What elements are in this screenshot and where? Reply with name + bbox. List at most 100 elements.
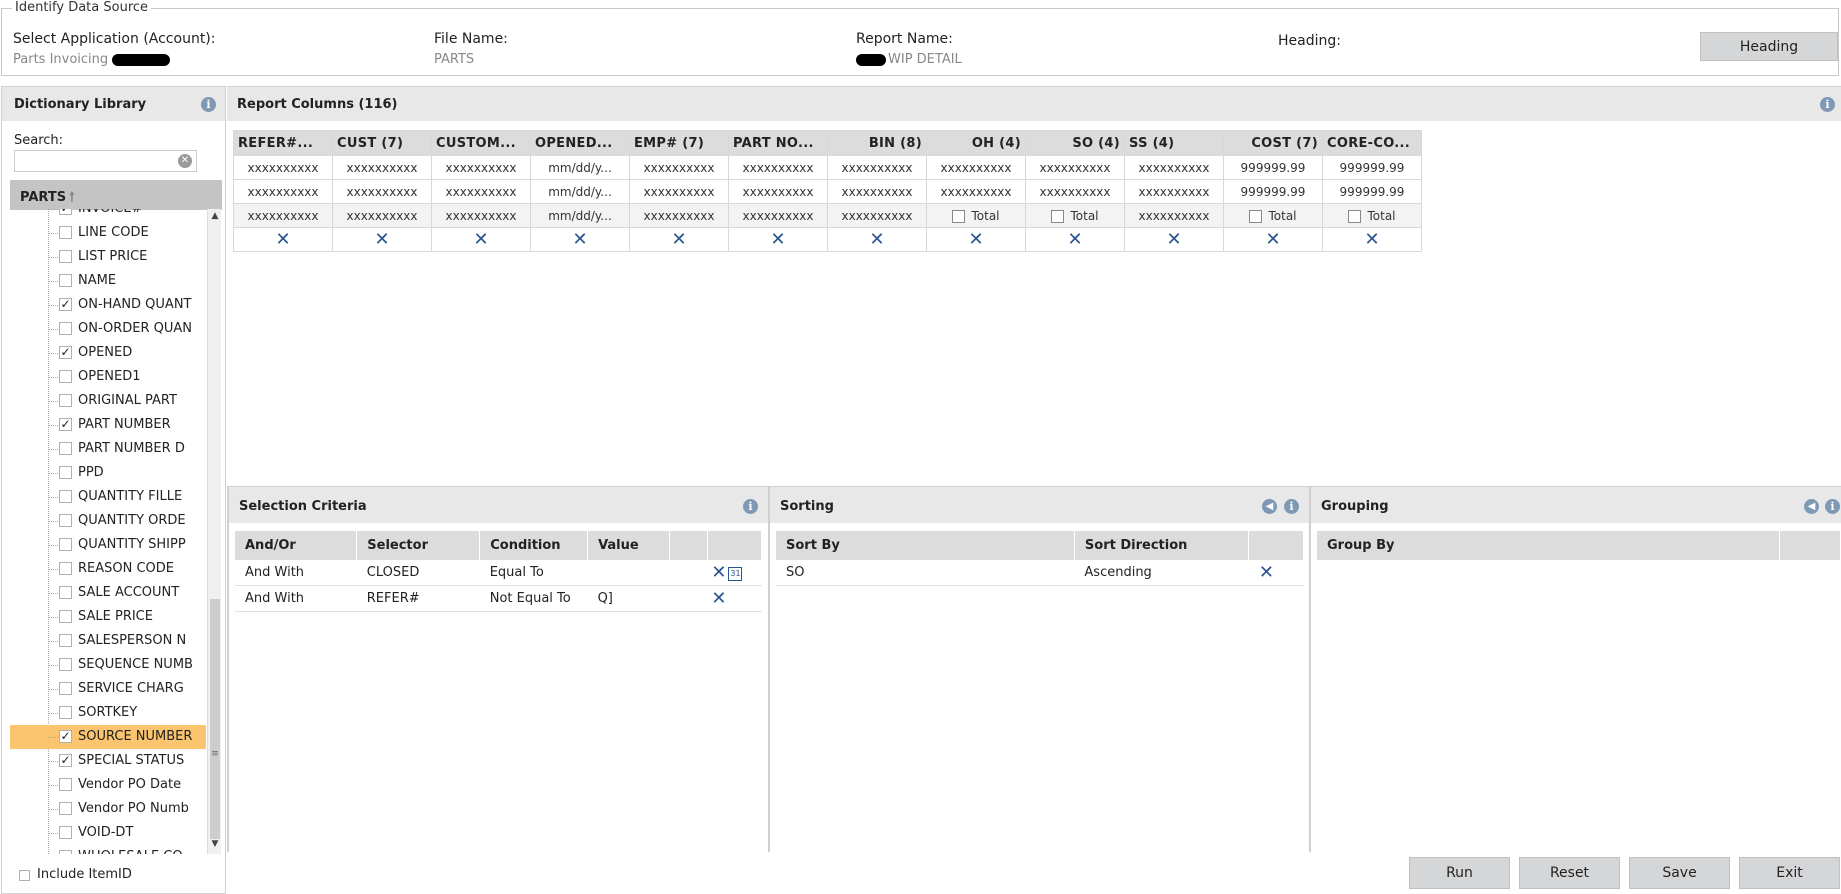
column-header[interactable]: SO (4): [1025, 130, 1125, 156]
tree-item[interactable]: QUANTITY FILLE: [10, 485, 206, 509]
info-icon[interactable]: i: [1820, 97, 1835, 112]
tree-item[interactable]: Vendor PO Date: [10, 773, 206, 797]
total-checkbox[interactable]: [1051, 209, 1065, 223]
remove-column-icon[interactable]: ✕: [374, 229, 389, 250]
tree-item[interactable]: SALESPERSON N: [10, 629, 206, 653]
tree-item[interactable]: PART NUMBER D: [10, 437, 206, 461]
column-header[interactable]: CUST (7): [332, 130, 432, 156]
clear-search-icon[interactable]: ✕: [178, 154, 192, 168]
tree-item[interactable]: SEQUENCE NUMB: [10, 653, 206, 677]
tree-item-checkbox[interactable]: [59, 538, 72, 551]
tree-item[interactable]: ✓ INVOICE#: [10, 209, 206, 221]
column-header[interactable]: REFER#...: [233, 130, 333, 156]
scroll-down-arrow-icon[interactable]: ▼: [208, 839, 222, 851]
tree-item[interactable]: ✓ PART NUMBER: [10, 413, 206, 437]
collapse-left-icon[interactable]: ◀: [1804, 499, 1819, 514]
table-row[interactable]: And With REFER# Not Equal To Q] ✕: [235, 585, 762, 612]
tree-item[interactable]: SALE ACCOUNT: [10, 581, 206, 605]
tree-item-checkbox[interactable]: [59, 778, 72, 791]
tree-item-checkbox[interactable]: [59, 394, 72, 407]
run-button[interactable]: Run: [1409, 857, 1510, 889]
tree-item[interactable]: SALE PRICE: [10, 605, 206, 629]
calendar-icon[interactable]: 31: [728, 567, 743, 581]
application-value-wrap[interactable]: Parts Invoicing: [13, 52, 171, 67]
column-header[interactable]: OPENED...: [530, 130, 630, 156]
tree-item-checkbox[interactable]: [59, 226, 72, 239]
info-icon[interactable]: i: [1825, 499, 1840, 514]
tree-item-checkbox[interactable]: ✓: [59, 298, 72, 311]
column-header[interactable]: CUSTOM...: [431, 130, 531, 156]
tree-item-checkbox[interactable]: [59, 370, 72, 383]
column-header[interactable]: OH (4): [926, 130, 1026, 156]
remove-column-icon[interactable]: ✕: [275, 229, 290, 250]
tree-item-checkbox[interactable]: ✓: [59, 754, 72, 767]
tree-item[interactable]: QUANTITY SHIPP: [10, 533, 206, 557]
tree-item-checkbox[interactable]: [59, 658, 72, 671]
tree-item-checkbox[interactable]: [59, 802, 72, 815]
remove-column-icon[interactable]: ✕: [968, 229, 983, 250]
remove-column-icon[interactable]: ✕: [473, 229, 488, 250]
tree-item[interactable]: ✓ SPECIAL STATUS: [10, 749, 206, 773]
total-cell[interactable]: Total: [1025, 203, 1125, 228]
remove-column-icon[interactable]: ✕: [770, 229, 785, 250]
tree-item[interactable]: ON-ORDER QUAN: [10, 317, 206, 341]
total-checkbox[interactable]: [1348, 209, 1362, 223]
save-button[interactable]: Save: [1629, 857, 1730, 889]
tree-item-checkbox[interactable]: [59, 826, 72, 839]
tree-item[interactable]: ✓ SOURCE NUMBER: [10, 725, 206, 749]
info-icon[interactable]: i: [743, 499, 758, 514]
tree-item-checkbox[interactable]: [59, 586, 72, 599]
total-cell[interactable]: Total: [1223, 203, 1323, 228]
tree-item[interactable]: LINE CODE: [10, 221, 206, 245]
column-header[interactable]: BIN (8): [827, 130, 927, 156]
table-row[interactable]: SO Ascending ✕: [776, 560, 1304, 586]
tree-item-checkbox[interactable]: [59, 490, 72, 503]
include-itemid-checkbox[interactable]: [19, 870, 30, 881]
total-checkbox[interactable]: [1249, 209, 1263, 223]
tree-item[interactable]: SERVICE CHARG: [10, 677, 206, 701]
tree-item-checkbox[interactable]: [59, 634, 72, 647]
tree-item-checkbox[interactable]: ✓: [59, 209, 72, 215]
column-header[interactable]: SS (4): [1124, 130, 1224, 156]
exit-button[interactable]: Exit: [1739, 857, 1840, 889]
tree-item-checkbox[interactable]: ✓: [59, 730, 72, 743]
column-header[interactable]: EMP# (7): [629, 130, 729, 156]
heading-button[interactable]: Heading: [1700, 32, 1838, 61]
table-row[interactable]: And With CLOSED Equal To ✕ 31: [235, 560, 762, 586]
remove-column-icon[interactable]: ✕: [1364, 229, 1379, 250]
remove-column-icon[interactable]: ✕: [1166, 229, 1181, 250]
scroll-up-arrow-icon[interactable]: ▲: [208, 211, 222, 223]
tree-item[interactable]: PPD: [10, 461, 206, 485]
delete-icon[interactable]: ✕: [711, 562, 726, 583]
total-cell[interactable]: Total: [1322, 203, 1422, 228]
tree-item[interactable]: LIST PRICE: [10, 245, 206, 269]
tree-item[interactable]: QUANTITY ORDE: [10, 509, 206, 533]
tree-item[interactable]: VOID-DT: [10, 821, 206, 845]
remove-column-icon[interactable]: ✕: [1265, 229, 1280, 250]
tree-item[interactable]: OPENED1: [10, 365, 206, 389]
total-checkbox[interactable]: [952, 209, 966, 223]
tree-item[interactable]: ✓ OPENED: [10, 341, 206, 365]
tree-item-checkbox[interactable]: [59, 322, 72, 335]
tree-item-checkbox[interactable]: [59, 514, 72, 527]
delete-icon[interactable]: ✕: [711, 588, 726, 609]
scrollbar-thumb[interactable]: [210, 599, 220, 839]
tree-item-checkbox[interactable]: [59, 442, 72, 455]
tree-item-checkbox[interactable]: [59, 850, 72, 854]
tree-item[interactable]: WHOLESALE CO: [10, 845, 206, 854]
tree-item-checkbox[interactable]: [59, 682, 72, 695]
tree-item[interactable]: NAME: [10, 269, 206, 293]
search-input[interactable]: [14, 150, 197, 172]
reset-button[interactable]: Reset: [1519, 857, 1620, 889]
column-header[interactable]: COST (7): [1223, 130, 1323, 156]
tree-item[interactable]: Vendor PO Numb: [10, 797, 206, 821]
total-cell[interactable]: Total: [926, 203, 1026, 228]
collapse-left-icon[interactable]: ◀: [1262, 499, 1277, 514]
tree-item-checkbox[interactable]: [59, 706, 72, 719]
tree-item[interactable]: SORTKEY: [10, 701, 206, 725]
tree-item-checkbox[interactable]: [59, 274, 72, 287]
tree-item[interactable]: ✓ ON-HAND QUANT: [10, 293, 206, 317]
tree-item[interactable]: ORIGINAL PART: [10, 389, 206, 413]
tree-item-checkbox[interactable]: [59, 466, 72, 479]
tree-item[interactable]: REASON CODE: [10, 557, 206, 581]
